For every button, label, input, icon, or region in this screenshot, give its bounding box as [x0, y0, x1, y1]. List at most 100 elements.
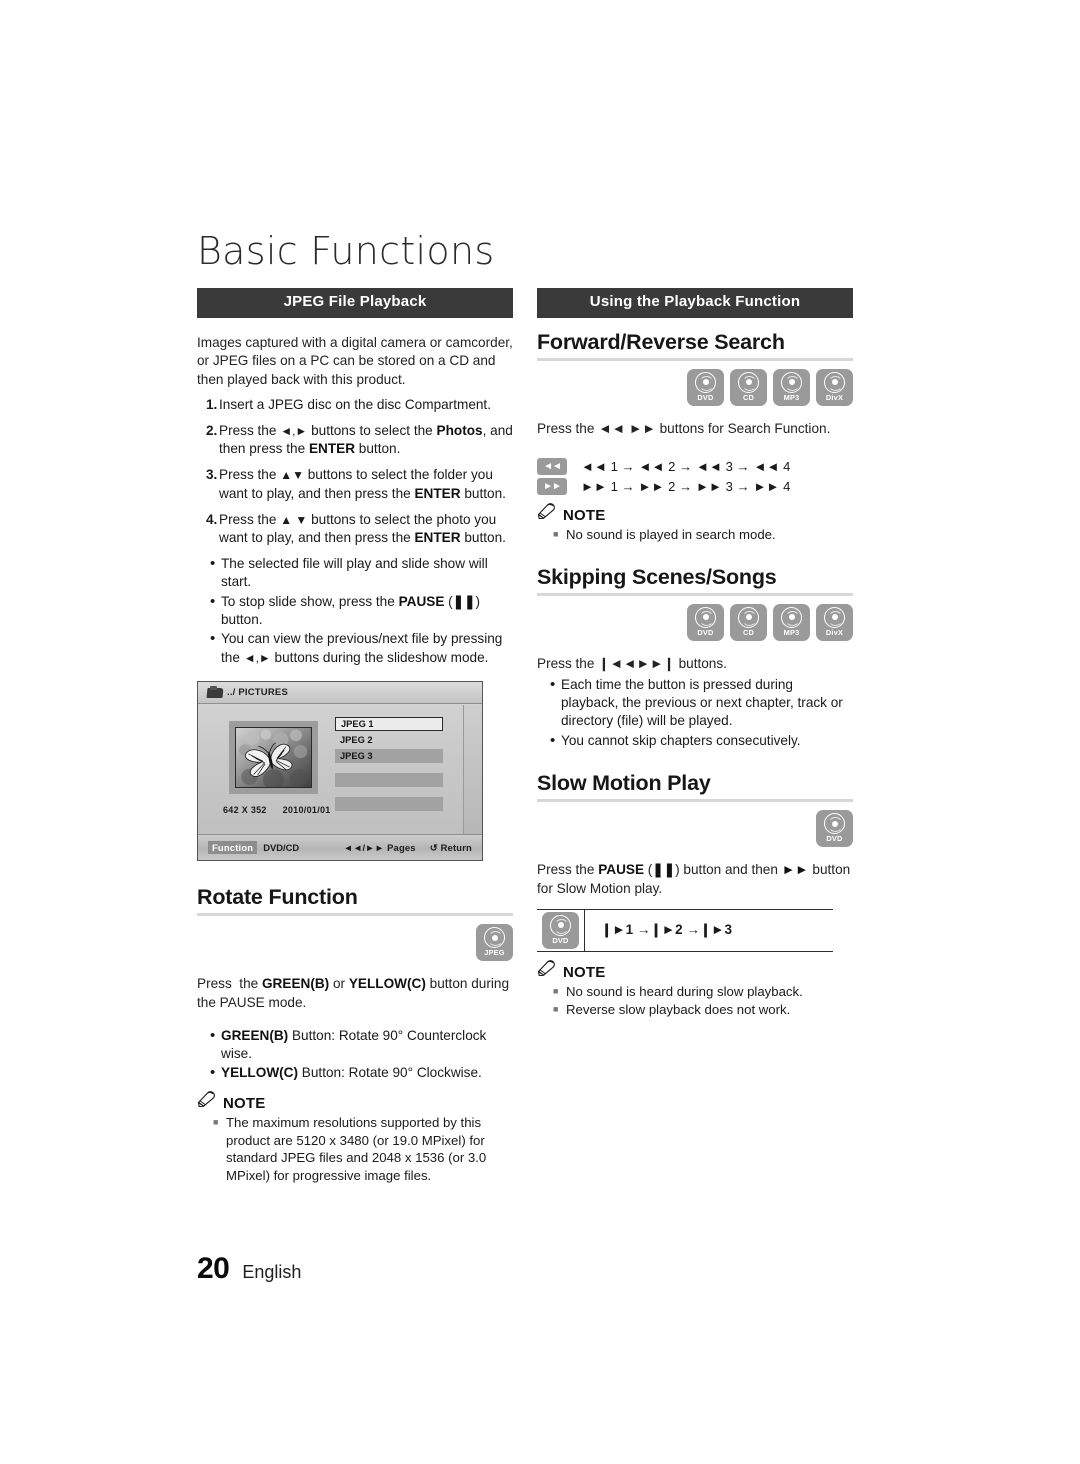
list-item: • You can view the previous/next file by…: [197, 630, 513, 667]
bullet-text: YELLOW(C) Button: Rotate 90° Clockwise.: [221, 1065, 482, 1081]
osd-thumbnail-frame: [229, 721, 318, 795]
disc-label: DVD: [552, 935, 569, 945]
note-list-item: ■ No sound is heard during slow playback…: [537, 983, 853, 1001]
butterfly-photo-thumbnail: [235, 727, 312, 789]
note-text: Reverse slow playback does not work.: [566, 1002, 791, 1018]
disc-badge-row-rotate: JPEG: [197, 924, 513, 962]
heading-rotate-function: Rotate Function: [197, 885, 358, 910]
section-bar-using-the-playback-function: Using the Playback Function: [537, 288, 853, 318]
bullet-dot: •: [210, 592, 216, 610]
search-intro-paragraph: Press the ◄◄ ►► buttons for Search Funct…: [537, 420, 831, 436]
dvd-disc-icon: DVD: [687, 603, 724, 641]
osd-scroll-strip[interactable]: [463, 705, 482, 835]
bullet-text: GREEN(B) Button: Rotate 90° Counterclock…: [221, 1027, 487, 1061]
note-bullet-square-icon: ■: [553, 985, 559, 996]
osd-status-bar: Function DVD/CD ◄◄/►► Pages ↺ Return: [198, 834, 482, 861]
divx-disc-icon: DivX: [816, 368, 853, 406]
slow-motion-sequence: ❙►1 →❙►2 →❙►3: [601, 922, 733, 938]
step-text: Press the ▲▼ buttons to select the folde…: [219, 467, 506, 501]
disc-label: MP3: [783, 627, 800, 637]
disc-glyph-icon: [824, 813, 845, 835]
left-column: JPEG File Playback Images captured with …: [197, 288, 513, 1185]
note-bullet-square-icon: ■: [553, 1004, 559, 1015]
osd-path-label: ../ PICTURES: [227, 687, 288, 699]
disc-label: JPEG: [484, 948, 505, 958]
disc-label: DivX: [825, 627, 844, 637]
osd-function-badge[interactable]: Function: [208, 841, 258, 855]
heading-skipping-scenes-songs: Skipping Scenes/Songs: [537, 564, 777, 589]
note-text: No sound is played in search mode.: [566, 527, 776, 543]
list-item: • To stop slide show, press the PAUSE (❚…: [197, 593, 513, 630]
divx-disc-icon: DivX: [816, 603, 853, 641]
section-bar-jpeg-file-playback: JPEG File Playback: [197, 288, 513, 318]
list-item: • You cannot skip chapters consecutively…: [537, 732, 853, 751]
skipping-bullets-list: • Each time the button is pressed during…: [537, 676, 853, 751]
pencil-note-icon: [537, 503, 558, 524]
note-header-slow-motion: NOTE: [537, 959, 853, 981]
osd-title-bar: ../ PICTURES: [198, 682, 482, 705]
bullet-dot: •: [210, 1026, 216, 1044]
bullet-text: The selected file will play and slide sh…: [221, 556, 488, 590]
disc-glyph-icon: [695, 606, 716, 628]
note-text: The maximum resolutions supported by thi…: [226, 1115, 487, 1183]
speed-sequence: ◄◄ 1 → ◄◄ 2 → ◄◄ 3 → ◄◄ 4: [581, 458, 791, 474]
osd-pages-hint: ◄◄/►► Pages: [344, 842, 416, 853]
speed-sequence: ►► 1 → ►► 2 → ►► 3 → ►► 4: [581, 478, 791, 494]
cd-disc-icon: CD: [730, 603, 767, 641]
note-bullet-square-icon: ■: [213, 1117, 219, 1127]
page-language-label: English: [242, 1262, 302, 1282]
step-number: 2.: [206, 422, 218, 438]
table-row: ◄◄ ◄◄ 1 → ◄◄ 2 → ◄◄ 3 → ◄◄ 4: [537, 458, 853, 476]
osd-date: 2010/01/01: [282, 805, 331, 816]
jpeg-steps-list: 1. Insert a JPEG disc on the disc Compar…: [197, 396, 513, 548]
pages-label: Pages: [387, 842, 416, 854]
step-text: Press the ▲ ▼ buttons to select the phot…: [219, 511, 506, 546]
bullet-text: To stop slide show, press the PAUSE (❚❚)…: [221, 593, 481, 628]
heading-rule: [537, 592, 853, 596]
list-item[interactable]: JPEG 1: [335, 717, 443, 732]
step-text: Insert a JPEG disc on the disc Compartme…: [219, 396, 491, 412]
heading-rule: [197, 913, 513, 917]
slow-motion-intro-paragraph: Press the PAUSE (❚❚) button and then ►► …: [537, 862, 851, 897]
disc-label: DVD: [697, 627, 714, 637]
osd-file-list: JPEG 1 JPEG 2 JPEG 3: [335, 717, 443, 813]
heading-slow-motion-play: Slow Motion Play: [537, 771, 711, 796]
note-header-left: NOTE: [197, 1091, 513, 1112]
list-item[interactable]: JPEG 3: [335, 749, 443, 764]
disc-glyph-icon: [781, 371, 802, 393]
rewind-key-icon: ◄◄: [537, 458, 567, 476]
heading-rule: [537, 799, 853, 803]
note-list-item: ■ No sound is played in search mode.: [537, 526, 853, 544]
bullet-dot: •: [210, 630, 216, 648]
jpeg-disc-icon: JPEG: [476, 924, 513, 962]
bullet-text: You cannot skip chapters consecutively.: [561, 732, 801, 748]
disc-label: DVD: [697, 392, 714, 402]
dvd-disc-icon: DVD: [687, 368, 724, 406]
rotate-intro-paragraph: Press the GREEN(B) or YELLOW(C) button d…: [197, 976, 510, 1010]
list-item[interactable]: JPEG 2: [335, 733, 443, 747]
bullet-dot: •: [550, 675, 556, 693]
list-item: • YELLOW(C) Button: Rotate 90° Clockwise…: [197, 1064, 513, 1083]
disc-glyph-icon: [484, 927, 505, 949]
list-item: 1. Insert a JPEG disc on the disc Compar…: [197, 396, 513, 415]
page-footer: 20 English: [197, 1252, 301, 1286]
search-speed-table: ◄◄ ◄◄ 1 → ◄◄ 2 → ◄◄ 3 → ◄◄ 4 ►► ►► 1 → ►…: [537, 458, 853, 496]
disc-glyph-icon: [824, 606, 845, 628]
list-item: • The selected file will play and slide …: [197, 555, 513, 592]
mp3-disc-icon: MP3: [773, 368, 810, 406]
folder-pictures-icon: [207, 686, 224, 699]
dvd-disc-icon: DVD: [542, 911, 579, 949]
disc-glyph-icon: [550, 914, 571, 936]
bullet-text: Each time the button is pressed during p…: [561, 676, 843, 729]
osd-body: 642 X 352 2010/01/01 JPEG 1 JPEG 2 JPEG …: [198, 705, 482, 835]
disc-label: DVD: [826, 834, 843, 844]
bullet-text: You can view the previous/next file by p…: [221, 631, 503, 665]
disc-glyph-icon: [738, 606, 759, 628]
disc-badge-row-search: DVD CD MP3 DivX: [537, 368, 853, 406]
list-item-empty[interactable]: [335, 773, 443, 788]
fast-forward-key-icon: ►►: [537, 478, 567, 496]
note-title: NOTE: [563, 963, 606, 981]
disc-glyph-icon: [695, 371, 716, 393]
list-item-empty[interactable]: [335, 797, 443, 812]
skipping-intro-paragraph: Press the ❙◄◄►►❙ buttons.: [537, 655, 727, 671]
